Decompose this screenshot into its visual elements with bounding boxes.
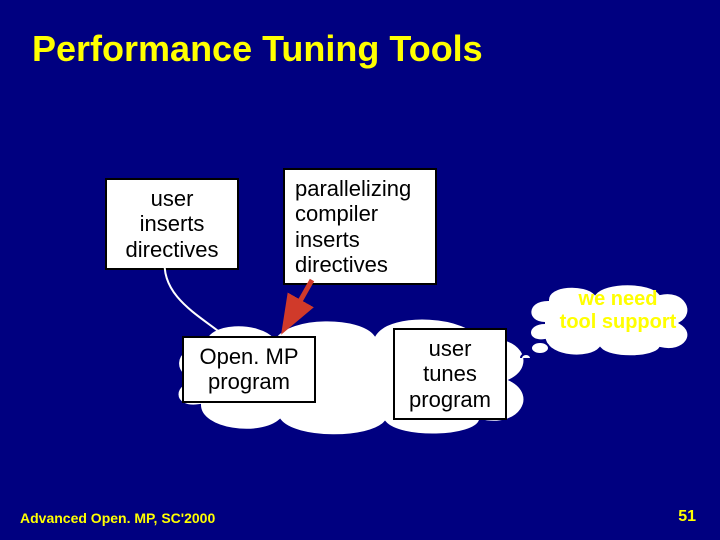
callout-tool-support: we needtool support: [548, 288, 688, 334]
node-openmp-program-front: Open. MPprogram: [182, 336, 316, 403]
connector-user-to-openmp: [150, 256, 240, 341]
page-title: Performance Tuning Tools: [32, 28, 483, 70]
arrow-compiler-to-openmp: [272, 276, 332, 338]
node-user-tunes-front: usertunesprogram: [393, 328, 507, 420]
footer-page-number: 51: [678, 508, 696, 526]
footer-left: Advanced Open. MP, SC'2000: [20, 510, 215, 526]
node-parallelizing-compiler: parallelizingcompilerinsertsdirectives: [283, 168, 437, 285]
